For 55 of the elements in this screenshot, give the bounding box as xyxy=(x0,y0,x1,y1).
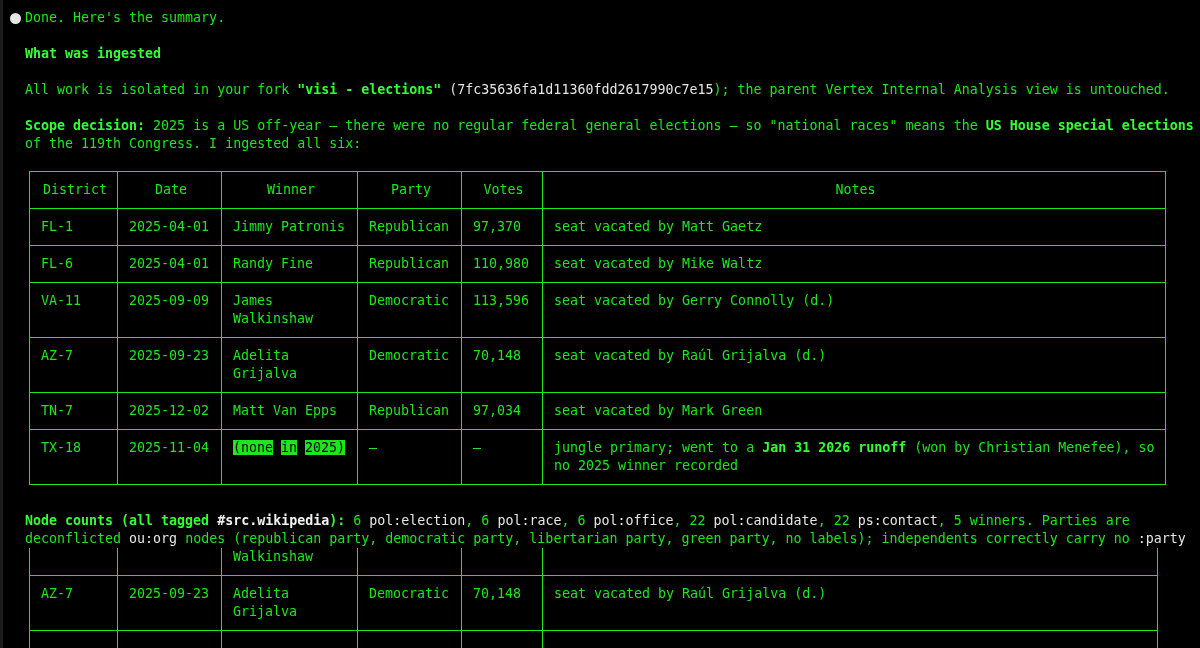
column-header: Votes xyxy=(461,171,543,209)
table-cell: Republican xyxy=(357,245,462,283)
table-cell: — xyxy=(357,429,462,485)
table-cell: seat vacated by Matt Gaetz xyxy=(542,208,1166,246)
table-cell: Republican xyxy=(357,392,462,430)
column-header: Party xyxy=(357,171,462,209)
table-cell: AZ-7 xyxy=(29,337,118,393)
table-cell: Walkinshaw xyxy=(221,548,358,576)
table-cell: seat vacated by Gerry Connolly (d.) xyxy=(542,282,1166,338)
table-cell: 2025-11-04 xyxy=(117,429,222,485)
table-cell: 70,148 xyxy=(461,337,543,393)
table-cell: Jimmy Patronis xyxy=(221,208,358,246)
paragraph: All work is isolated in your fork "visi - elections" (7fc35636fa1d11360fdd2617990c7e15); the parent Vertex Internal Analysis view is untouched. xyxy=(25,81,1171,99)
table-cell: 70,148 xyxy=(461,575,543,631)
table-cell: Adelita Grijalva xyxy=(221,575,358,631)
table-cell: seat vacated by Raúl Grijalva (d.) xyxy=(542,337,1166,393)
column-header: Winner xyxy=(221,171,358,209)
column-header: Notes xyxy=(542,171,1166,209)
table-cell: 97,034 xyxy=(461,392,543,430)
status-dot-icon xyxy=(10,12,21,24)
table-cell: Adelita Grijalva xyxy=(221,337,358,393)
table-cell: TX-18 xyxy=(29,429,118,485)
table-cell: Matt Van Epps xyxy=(221,392,358,430)
table-cell: — xyxy=(461,429,543,485)
table-cell: Republican xyxy=(357,208,462,246)
table-cell: VA-11 xyxy=(29,282,118,338)
table-cell: James Walkinshaw xyxy=(221,282,358,338)
table-cell: 2025-09-23 xyxy=(117,575,222,631)
column-header: District xyxy=(29,171,118,209)
table-cell: seat vacated by Mark Green xyxy=(542,392,1166,430)
section-heading: What was ingested xyxy=(25,45,163,63)
table-cell: (none in 2025) xyxy=(221,429,358,485)
table-cell: AZ-7 xyxy=(29,575,118,631)
status-line: Done. Here's the summary. xyxy=(25,9,226,27)
table-cell: FL-6 xyxy=(29,245,118,283)
table-cell: 2025-09-09 xyxy=(117,282,222,338)
column-header: Date xyxy=(117,171,222,209)
paragraph: Node counts (all tagged #src.wikipedia): 6 pol:election, 6 pol:race, 6 pol:office, 22 pol:candidate, 22 ps:contact, 5 winners. Parties are deconflicted ou:org nodes (republican party, democratic party, libertarian party, green party, no labels); independents correctly carry no :party xyxy=(25,512,1187,548)
table-cell: 2025-04-01 xyxy=(117,245,222,283)
table-cell: Democratic xyxy=(357,282,462,338)
table-cell: seat vacated by Mike Waltz xyxy=(542,245,1166,283)
table-cell: Democratic xyxy=(357,337,462,393)
table-cell: seat vacated by Raúl Grijalva (d.) xyxy=(542,575,1158,631)
table-cell: 2025-04-01 xyxy=(117,208,222,246)
table-cell: 2025-12-02 xyxy=(117,392,222,430)
table-cell: TN-7 xyxy=(29,392,118,430)
table-cell: 110,980 xyxy=(461,245,543,283)
table-cell: Randy Fine xyxy=(221,245,358,283)
table-cell: 113,596 xyxy=(461,282,543,338)
table-cell: 97,370 xyxy=(461,208,543,246)
paragraph: Scope decision: 2025 is a US off-year — there were no regular federal general elections — so "national races" means the US House special elections of the 119th Congress. I ingested all six: xyxy=(25,117,1195,153)
table-cell: jungle primary; went to a Jan 31 2026 runoff (won by Christian Menefee), so no 2025 winner recorded xyxy=(542,429,1166,485)
table-cell: 2025-09-23 xyxy=(117,337,222,393)
table-cell: FL-1 xyxy=(29,208,118,246)
table-cell: Democratic xyxy=(357,575,462,631)
